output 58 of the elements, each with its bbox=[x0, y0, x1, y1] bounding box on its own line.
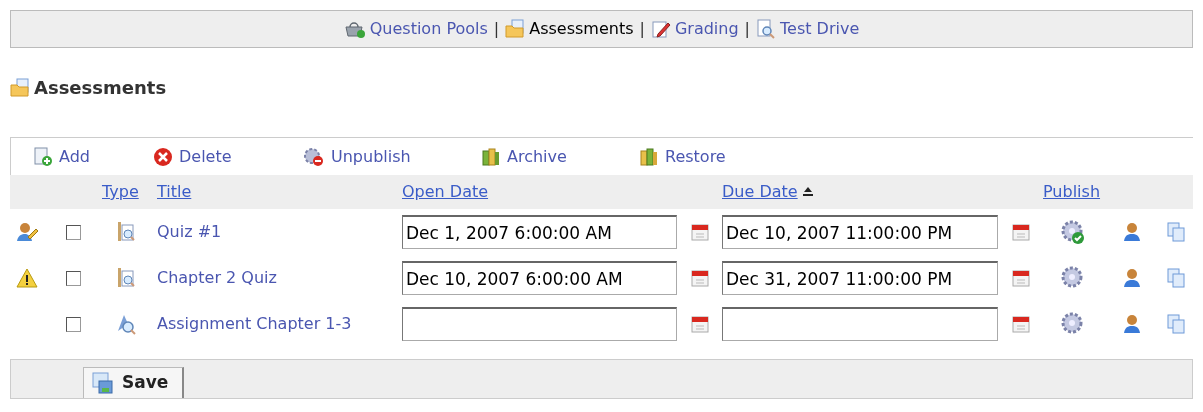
books-icon bbox=[639, 146, 659, 167]
column-header-link[interactable]: Open Date bbox=[402, 180, 489, 204]
save-icon bbox=[92, 372, 114, 394]
folder-icon bbox=[505, 19, 526, 39]
nav-link[interactable]: Question Pools bbox=[343, 17, 488, 41]
toolbar-button[interactable]: Add bbox=[33, 144, 153, 169]
toolbar-button[interactable]: Delete bbox=[153, 144, 303, 169]
quiz-icon bbox=[116, 221, 136, 243]
pencil-icon bbox=[650, 19, 671, 39]
save-button[interactable]: Save bbox=[83, 367, 185, 398]
copy-icon[interactable] bbox=[1166, 314, 1186, 334]
copy-icon[interactable] bbox=[1166, 222, 1186, 242]
delete-icon bbox=[153, 146, 173, 167]
date-field[interactable]: Dec 1, 2007 6:00:00 AM bbox=[402, 215, 677, 249]
calendar-icon bbox=[1011, 269, 1030, 287]
checkbox[interactable] bbox=[65, 270, 81, 286]
date-field[interactable] bbox=[402, 307, 677, 341]
page-heading: Assessments bbox=[34, 76, 167, 100]
calendar-icon bbox=[1011, 223, 1030, 241]
date-field[interactable]: Dec 31, 2007 11:00:00 PM bbox=[722, 261, 998, 295]
calendar-icon bbox=[690, 269, 709, 287]
assessment-title-link[interactable]: Chapter 2 Quiz bbox=[157, 268, 277, 287]
add-page-icon bbox=[33, 146, 53, 167]
gear-remove-icon bbox=[303, 146, 325, 167]
toolbar-button[interactable]: Archive bbox=[481, 144, 639, 169]
person-icon[interactable] bbox=[1122, 268, 1142, 288]
column-header-link[interactable]: Due Date bbox=[722, 180, 814, 204]
column-header-link[interactable]: Publish bbox=[1043, 180, 1101, 204]
calendar-icon bbox=[1011, 315, 1030, 333]
calendar-icon bbox=[690, 315, 709, 333]
quiz-icon bbox=[116, 267, 136, 289]
separator: | bbox=[744, 18, 750, 40]
checkbox[interactable] bbox=[65, 224, 81, 240]
assignment-icon bbox=[115, 313, 137, 335]
basket-icon bbox=[343, 19, 366, 39]
calendar-icon bbox=[690, 223, 709, 241]
nav-link[interactable]: Test Drive bbox=[756, 17, 860, 41]
gear-check-icon[interactable] bbox=[1060, 219, 1086, 245]
date-field[interactable] bbox=[722, 307, 998, 341]
column-header-link[interactable]: Type bbox=[102, 180, 139, 204]
nav-link[interactable]: Grading bbox=[650, 17, 739, 41]
assessment-title-link[interactable]: Quiz #1 bbox=[157, 222, 222, 241]
date-field[interactable]: Dec 10, 2007 6:00:00 AM bbox=[402, 261, 677, 295]
person-icon[interactable] bbox=[1122, 314, 1142, 334]
column-header-link[interactable]: Title bbox=[157, 180, 192, 204]
separator: | bbox=[493, 18, 500, 40]
copy-icon[interactable] bbox=[1166, 268, 1186, 288]
person-icon[interactable] bbox=[1122, 222, 1142, 242]
toolbar-button[interactable]: Restore bbox=[639, 144, 779, 169]
toolbar-button[interactable]: Unpublish bbox=[303, 144, 481, 169]
folder-icon bbox=[10, 77, 30, 98]
separator: | bbox=[639, 18, 645, 40]
current-page-link[interactable]: Assessments bbox=[505, 17, 634, 41]
checkbox[interactable] bbox=[65, 316, 81, 332]
magnifier-icon bbox=[756, 19, 776, 39]
date-field[interactable]: Dec 10, 2007 11:00:00 PM bbox=[722, 215, 998, 249]
books-icon bbox=[481, 146, 501, 167]
assessment-title-link[interactable]: Assignment Chapter 1-3 bbox=[157, 314, 352, 333]
